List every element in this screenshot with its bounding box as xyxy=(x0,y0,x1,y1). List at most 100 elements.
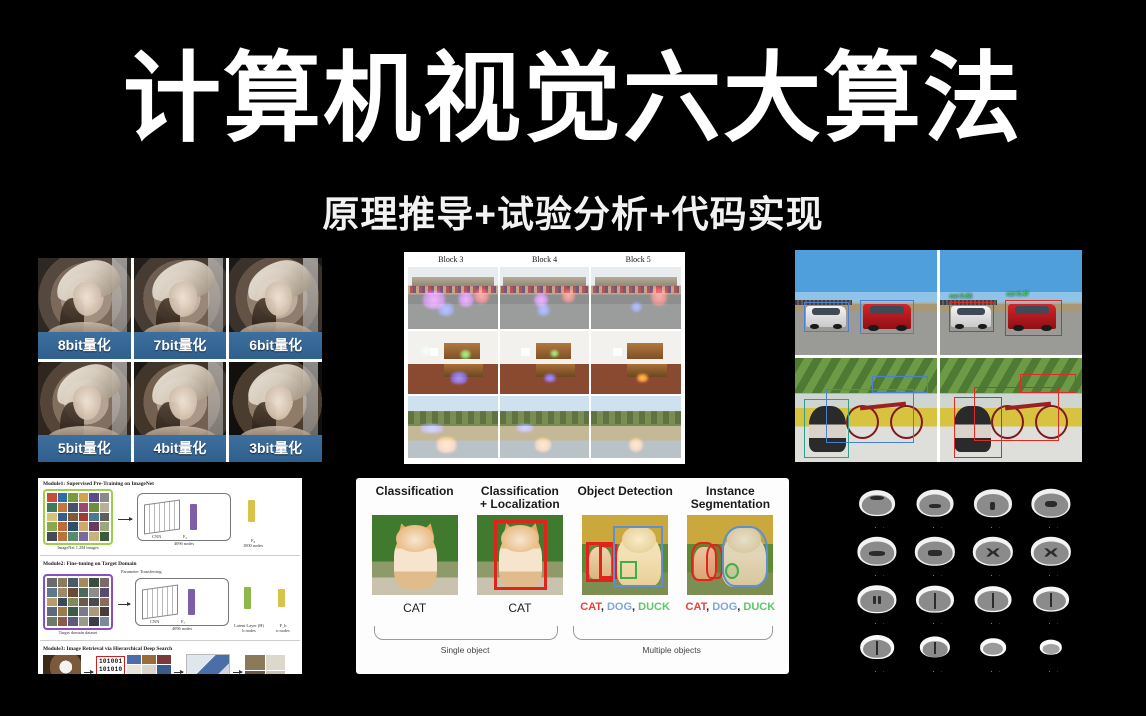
activation-body xyxy=(404,267,685,464)
task-title: Classification + Localization xyxy=(480,485,560,513)
ct-slice xyxy=(1023,578,1079,624)
cnn-label: CNN xyxy=(150,619,160,624)
result-images xyxy=(245,655,286,674)
scene-bushes xyxy=(408,410,498,425)
activation-blob xyxy=(474,288,489,305)
detection-cell-gt-dog xyxy=(795,357,937,462)
ct-marker-icon xyxy=(874,523,884,528)
module-title: Module1: Supervised Pre-Training on Imag… xyxy=(43,481,154,487)
ct-slice xyxy=(849,530,905,576)
ct-slice xyxy=(907,530,963,576)
lena-face xyxy=(264,282,293,317)
binary-code: 101001 xyxy=(99,658,123,665)
activation-blob xyxy=(630,301,642,312)
f7-label: F₇ xyxy=(181,619,185,624)
fc-layer-f8 xyxy=(248,499,255,522)
quantization-caption: 6bit量化 xyxy=(229,331,322,359)
cnn-box: CNN F₇ xyxy=(135,578,229,626)
latent-label: Latent Layer (H) xyxy=(234,622,264,628)
flow-arrow xyxy=(174,670,185,674)
ct-slice xyxy=(965,530,1021,576)
ct-marker-icon xyxy=(1048,667,1058,672)
flow-arrow xyxy=(84,670,94,674)
ct-marker-icon xyxy=(990,667,1000,672)
mask-duck xyxy=(725,563,739,579)
activation-blob xyxy=(562,289,575,304)
cnn-box: CNN F₆ xyxy=(137,493,231,541)
flow-arrow xyxy=(118,602,131,606)
panel-retrieval-pipeline: Module1: Supervised Pre-Training on Imag… xyxy=(38,478,302,674)
task-group-braces: Single object Multiple objects xyxy=(366,626,779,666)
ct-slice xyxy=(849,482,905,528)
activation-cell xyxy=(499,395,590,458)
lena-face xyxy=(168,385,197,420)
brace-single xyxy=(374,626,558,640)
module-title: Module2: Fine-tuning on Target Domain xyxy=(43,561,137,567)
ct-brain xyxy=(860,589,894,613)
label-cat: CAT xyxy=(580,601,601,613)
ct-marker-icon xyxy=(932,571,942,576)
ct-slice xyxy=(1023,482,1079,528)
cnn-label: CNN xyxy=(152,534,162,539)
quantization-caption: 5bit量化 xyxy=(38,435,131,462)
ct-slice xyxy=(849,578,905,624)
task-label: CAT xyxy=(403,601,427,615)
activation-cell xyxy=(591,331,681,394)
ct-marker-icon xyxy=(874,619,884,624)
task-title: Object Detection xyxy=(577,484,673,498)
panel-cv-tasks: Classification CAT Classification + Loca… xyxy=(356,478,789,674)
f6-label: F₆ xyxy=(183,534,187,539)
task-column-localization: Classification + Localization CAT xyxy=(471,485,568,615)
task-image-cat xyxy=(371,515,458,595)
cat-head xyxy=(395,524,434,552)
bbox-groundtruth xyxy=(803,302,849,332)
ct-marker-icon xyxy=(874,571,884,576)
fc-layer-f6 xyxy=(190,504,197,530)
ct-marker-icon xyxy=(932,619,942,624)
activation-blob xyxy=(514,424,536,432)
label-duck: DUCK xyxy=(743,601,776,613)
bbox-prediction: car:0.47 xyxy=(1005,292,1063,336)
quantization-caption: 8bit量化 xyxy=(38,331,131,359)
activation-blob xyxy=(537,304,550,316)
query-image xyxy=(43,655,81,674)
activation-blob xyxy=(460,350,471,359)
ct-marker-icon xyxy=(990,619,1000,624)
task-title-line2: + Localization xyxy=(480,497,560,511)
panel-quantization: 8bit量化 7bit量化 6bit量化 5bit量化 4bit量化 3bit量… xyxy=(38,258,322,462)
activation-blob xyxy=(628,438,644,452)
activation-blob xyxy=(542,373,558,383)
ct-ventricle xyxy=(872,596,876,604)
task-image-detection xyxy=(582,515,669,595)
imagenet-thumbnails xyxy=(43,489,113,545)
activation-cell xyxy=(408,267,498,330)
activation-blob xyxy=(436,303,455,316)
lena-face xyxy=(264,385,293,420)
ct-ventricle xyxy=(878,596,882,604)
mask-cat2 xyxy=(706,543,724,579)
ct-slice xyxy=(849,626,905,672)
scene-bushes xyxy=(499,410,590,425)
task-label-multi: CAT, DOG, DUCK xyxy=(580,601,670,613)
quantization-cell: 8bit量化 xyxy=(38,258,131,359)
panel-brain-ct xyxy=(845,478,1083,676)
ct-ventricle xyxy=(989,502,996,510)
fh-units: n nodes xyxy=(276,627,290,633)
task-image-segmentation xyxy=(687,515,774,595)
scene-window xyxy=(521,347,531,357)
bbox-duck xyxy=(619,561,638,579)
quantization-cell: 6bit量化 xyxy=(229,258,322,359)
quantization-cell: 3bit量化 xyxy=(229,361,322,462)
activation-cell xyxy=(499,331,590,394)
cnn-conv-stack xyxy=(144,499,180,535)
ct-marker-icon xyxy=(932,667,942,672)
imagenet-caption: ImageNet 1.2M images xyxy=(57,545,99,550)
task-title-line2: Segmentation xyxy=(690,497,771,511)
activation-blob xyxy=(636,373,649,383)
detection-cell-gt-cars xyxy=(795,250,937,355)
ct-marker-icon xyxy=(932,523,942,528)
task-label: CAT xyxy=(508,601,532,615)
activation-grid: Block 3 Block 4 Block 5 xyxy=(404,252,685,464)
page-subtitle: 原理推导+试验分析+代码实现 xyxy=(322,194,824,235)
scene-cabinet xyxy=(627,342,664,359)
